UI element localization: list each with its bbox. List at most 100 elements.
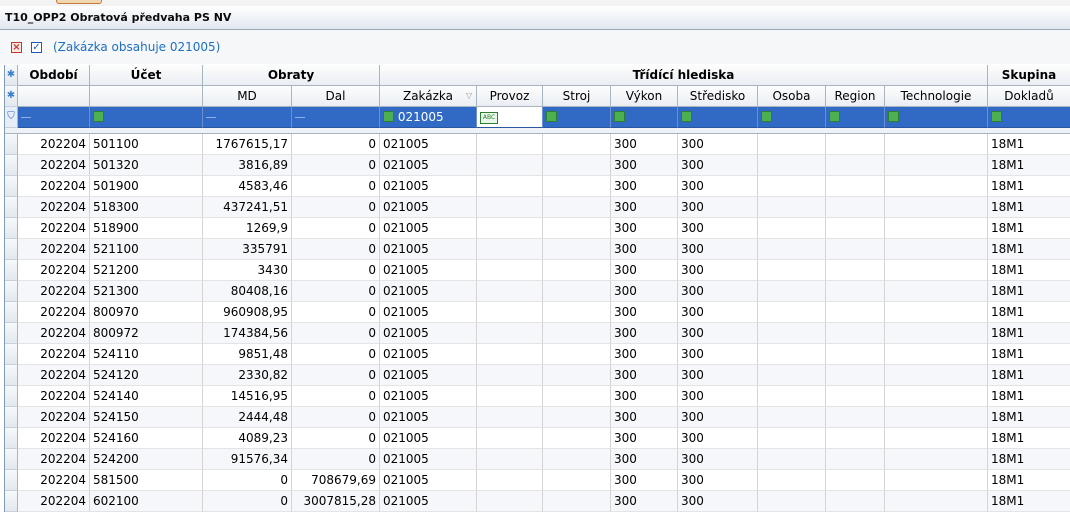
table-row[interactable]: 202204 501900 4583,46 0 021005 300 300 18M1 [5,176,1070,197]
cell-osoba[interactable] [758,323,826,344]
cell-stredisko[interactable]: 300 [678,197,758,218]
cell-osoba[interactable] [758,407,826,428]
cell-technologie[interactable] [885,365,988,386]
cell-region[interactable] [826,407,885,428]
cell-dal[interactable]: 0 [292,407,380,428]
cell-stroj[interactable] [543,239,611,260]
cell-zakazka[interactable]: 021005 [380,470,477,491]
row-selector[interactable] [5,470,18,491]
cell-stroj[interactable] [543,491,611,512]
cell-zakazka[interactable]: 021005 [380,449,477,470]
cell-md[interactable]: 0 [203,491,292,512]
cell-ucet[interactable]: 800972 [90,323,203,344]
cell-osoba[interactable] [758,176,826,197]
cell-provoz[interactable] [477,386,543,407]
table-row[interactable]: 202204 521300 80408,16 0 021005 300 300 18M1 [5,281,1070,302]
cell-md[interactable]: 4583,46 [203,176,292,197]
cell-md[interactable]: 174384,56 [203,323,292,344]
cell-md[interactable]: 4089,23 [203,428,292,449]
cell-region[interactable] [826,365,885,386]
cell-zakazka[interactable]: 021005 [380,134,477,155]
cell-obdobi[interactable]: 202204 [18,281,90,302]
cell-ucet[interactable]: 524200 [90,449,203,470]
cell-ucet[interactable]: 524160 [90,428,203,449]
cell-md[interactable]: 335791 [203,239,292,260]
cell-osoba[interactable] [758,302,826,323]
table-row[interactable]: 202204 521100 335791 0 021005 300 300 18M1 [5,239,1070,260]
cell-provoz[interactable] [477,302,543,323]
cell-provoz[interactable] [477,281,543,302]
cell-stredisko[interactable]: 300 [678,365,758,386]
cell-osoba[interactable] [758,197,826,218]
cell-zakazka[interactable]: 021005 [380,281,477,302]
cell-provoz[interactable] [477,155,543,176]
cell-skupina[interactable]: 18M1 [988,218,1070,239]
cell-region[interactable] [826,386,885,407]
row-selector[interactable] [5,449,18,470]
row-selector[interactable] [5,491,18,512]
cell-obdobi[interactable]: 202204 [18,365,90,386]
cell-technologie[interactable] [885,197,988,218]
cell-technologie[interactable] [885,260,988,281]
cell-md[interactable]: 2444,48 [203,407,292,428]
cell-zakazka[interactable]: 021005 [380,386,477,407]
cell-ucet[interactable]: 501320 [90,155,203,176]
cell-technologie[interactable] [885,302,988,323]
filter-cell-dal[interactable] [292,107,380,128]
cell-dal[interactable]: 0 [292,302,380,323]
cell-stredisko[interactable]: 300 [678,449,758,470]
cell-dal[interactable]: 0 [292,344,380,365]
cell-provoz[interactable] [477,197,543,218]
cell-region[interactable] [826,155,885,176]
cell-stroj[interactable] [543,155,611,176]
cell-zakazka[interactable]: 021005 [380,239,477,260]
cell-skupina[interactable]: 18M1 [988,449,1070,470]
cell-stredisko[interactable]: 300 [678,134,758,155]
close-icon[interactable]: × [11,42,22,53]
cell-provoz[interactable] [477,239,543,260]
cell-region[interactable] [826,260,885,281]
cell-vykon[interactable]: 300 [611,407,678,428]
row-selector[interactable] [5,281,18,302]
filter-cell-stroj[interactable] [543,107,611,128]
cell-technologie[interactable] [885,323,988,344]
table-row[interactable]: 202204 524150 2444,48 0 021005 300 300 18M1 [5,407,1070,428]
cell-skupina[interactable]: 18M1 [988,260,1070,281]
cell-obdobi[interactable]: 202204 [18,239,90,260]
cell-region[interactable] [826,218,885,239]
cell-technologie[interactable] [885,407,988,428]
cell-region[interactable] [826,449,885,470]
cell-ucet[interactable]: 524120 [90,365,203,386]
cell-md[interactable]: 91576,34 [203,449,292,470]
cell-dal[interactable]: 0 [292,197,380,218]
filter-funnel-icon[interactable]: ▽ [466,86,472,106]
cell-ucet[interactable]: 602100 [90,491,203,512]
cell-skupina[interactable]: 18M1 [988,428,1070,449]
row-selector[interactable] [5,239,18,260]
header-doklady[interactable]: Dokladů [988,86,1070,107]
cell-md[interactable]: 9851,48 [203,344,292,365]
table-row[interactable]: 202204 602100 0 3007815,28 021005 300 300 18M1 [5,491,1070,512]
cell-stredisko[interactable]: 300 [678,260,758,281]
cell-ucet[interactable]: 524110 [90,344,203,365]
cell-obdobi[interactable]: 202204 [18,407,90,428]
header-zakazka[interactable]: Zakázka ▽ [380,86,477,107]
cell-osoba[interactable] [758,491,826,512]
cell-stroj[interactable] [543,449,611,470]
cell-provoz[interactable] [477,176,543,197]
cell-zakazka[interactable]: 021005 [380,218,477,239]
table-row[interactable]: 202204 518300 437241,51 0 021005 300 300 18M1 [5,197,1070,218]
cell-dal[interactable]: 0 [292,260,380,281]
cell-skupina[interactable]: 18M1 [988,302,1070,323]
cell-region[interactable] [826,428,885,449]
cell-technologie[interactable] [885,344,988,365]
cell-technologie[interactable] [885,470,988,491]
header-md[interactable]: MD [203,86,292,107]
cell-stredisko[interactable]: 300 [678,407,758,428]
table-row[interactable]: 202204 501320 3816,89 0 021005 300 300 18M1 [5,155,1070,176]
cell-ucet[interactable]: 521200 [90,260,203,281]
cell-provoz[interactable] [477,449,543,470]
cell-osoba[interactable] [758,386,826,407]
cell-ucet[interactable]: 800970 [90,302,203,323]
cell-ucet[interactable]: 518900 [90,218,203,239]
